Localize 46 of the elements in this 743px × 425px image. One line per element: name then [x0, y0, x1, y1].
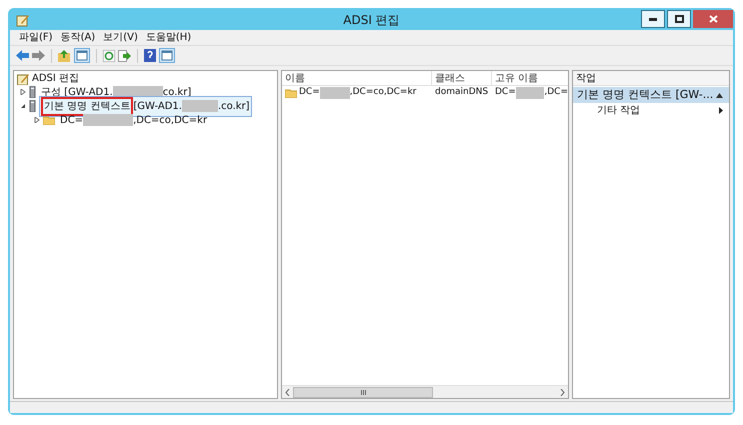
scrollbar-thumb[interactable]: [293, 386, 433, 398]
notepad-icon: [16, 14, 29, 26]
folder-icon: [285, 88, 297, 98]
minimize-icon: [649, 18, 657, 20]
server-icon: [29, 86, 36, 98]
redaction-block: [320, 87, 350, 99]
column-header[interactable]: 이름: [282, 71, 432, 85]
table-cell-text: DC= ,DC=: [494, 86, 568, 100]
menu-item[interactable]: 도움말(H): [142, 30, 194, 45]
action-item[interactable]: 기타 작업: [573, 103, 729, 118]
redaction-block: [83, 114, 134, 126]
menu-item[interactable]: 파일(F): [16, 30, 56, 45]
tree-item[interactable]: 기본 명명 컨텍스트 [GW-AD1. .co.kr]: [39, 96, 252, 116]
export-icon[interactable]: [118, 50, 131, 62]
panel-icon[interactable]: [74, 48, 90, 63]
grip-icon: [360, 390, 366, 394]
back-arrow-icon[interactable]: [16, 50, 29, 61]
close-button[interactable]: [693, 10, 733, 28]
window-title: ADSI 편집: [343, 12, 400, 29]
minimize-button[interactable]: [641, 10, 665, 28]
folder-up-icon[interactable]: [58, 50, 71, 62]
column-header[interactable]: 고유 이름: [492, 71, 568, 85]
table-cell-text: domainDNS: [434, 86, 490, 100]
maximize-icon: [674, 15, 684, 23]
server-icon: [29, 100, 36, 112]
actions-header: 작업: [573, 71, 729, 86]
forward-arrow-icon[interactable]: [32, 50, 45, 61]
column-header[interactable]: 클래스: [432, 71, 492, 85]
scroll-left-icon[interactable]: [285, 388, 290, 396]
close-icon: [708, 15, 718, 23]
panel-icon[interactable]: [159, 48, 175, 63]
collapse-icon: [716, 92, 723, 98]
horizontal-scrollbar[interactable]: [282, 385, 568, 398]
help-icon[interactable]: [144, 49, 156, 62]
table-cell[interactable]: DC= ,DC=co,DC=kr: [299, 86, 416, 100]
submenu-arrow-icon: [719, 107, 723, 114]
notepad-icon: [17, 72, 29, 84]
action-section[interactable]: 기본 명명 컨텍스트 [GW-...: [573, 87, 729, 103]
scroll-right-icon[interactable]: [560, 388, 565, 396]
tree-root-label[interactable]: ADSI 편집: [32, 71, 80, 86]
menu-item[interactable]: 보기(V): [100, 30, 141, 45]
maximize-button[interactable]: [667, 10, 691, 28]
redaction-block: [516, 87, 544, 99]
menu-item[interactable]: 동작(A): [58, 30, 98, 45]
redaction-block: [182, 100, 218, 112]
refresh-icon[interactable]: [103, 50, 115, 62]
